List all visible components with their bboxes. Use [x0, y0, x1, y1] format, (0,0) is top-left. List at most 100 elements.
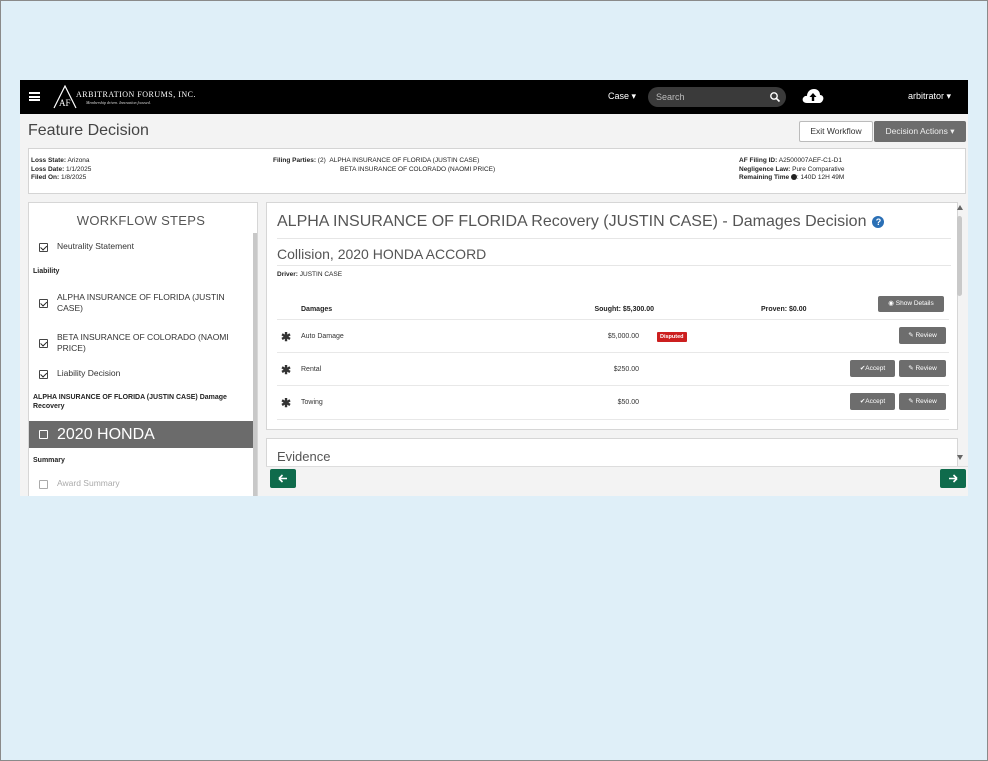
case-info-bar: Loss State: Arizona Loss Date: 1/1/2025 …: [28, 148, 966, 194]
decision-actions-label: Decision Actions: [885, 126, 948, 136]
case-dropdown-label: Case: [608, 91, 630, 101]
exit-workflow-button[interactable]: Exit Workflow: [799, 121, 873, 142]
review-button[interactable]: ✎ Review: [899, 393, 946, 410]
show-details-button[interactable]: ◉ Show Details: [878, 296, 944, 312]
remaining-time-label: Remaining Time: [739, 174, 790, 181]
vehicle-subtitle: Collision, 2020 HONDA ACCORD: [277, 246, 487, 262]
cloud-upload-icon[interactable]: [801, 86, 825, 106]
search-icon[interactable]: [769, 91, 781, 103]
review-label: Review: [915, 365, 937, 372]
arrow-left-icon: [278, 474, 287, 483]
svg-text:AF: AF: [59, 98, 71, 108]
pencil-icon: ✎: [908, 332, 914, 339]
step-liability-decision[interactable]: Liability Decision: [29, 368, 253, 380]
pencil-icon: ✎: [908, 398, 914, 405]
accept-button[interactable]: ✔Accept: [850, 360, 895, 377]
scroll-up-icon[interactable]: [957, 205, 963, 210]
loss-state-value: Arizona: [67, 157, 90, 164]
divider: [277, 265, 951, 266]
checkbox-checked-icon: [39, 339, 48, 348]
driver-value: JUSTIN CASE: [299, 271, 343, 278]
caret-down-icon: ▾: [631, 91, 637, 101]
damage-amount: $5,000.00: [607, 333, 639, 340]
damages-decision-panel: ALPHA INSURANCE OF FLORIDA Recovery (JUS…: [266, 202, 958, 430]
af-logo-icon: AF: [53, 85, 77, 109]
loss-info: Loss State: Arizona Loss Date: 1/1/2025 …: [31, 157, 91, 183]
hamburger-menu-icon[interactable]: [29, 92, 40, 101]
scroll-thumb[interactable]: [957, 216, 962, 296]
show-details-label: Show Details: [895, 300, 934, 307]
required-asterisk-icon: ✱: [281, 330, 292, 344]
loss-date-label: Loss Date:: [31, 165, 65, 173]
af-filing-id-label: AF Filing ID:: [739, 157, 778, 164]
damage-name: Towing: [301, 399, 323, 406]
user-menu[interactable]: arbitrator ▾: [908, 91, 951, 102]
step-label: Liability Decision: [57, 368, 121, 378]
decision-actions-button[interactable]: Decision Actions ▾: [874, 121, 966, 142]
accept-label: Accept: [865, 398, 886, 405]
evidence-title: Evidence: [277, 449, 331, 464]
step-label: 2020 HONDA: [57, 426, 155, 443]
col-sought: Sought: $5,300.00: [594, 306, 654, 313]
workflow-steps-title: WORKFLOW STEPS: [76, 213, 206, 228]
damage-name: Rental: [301, 366, 322, 373]
step-label: Award Summary: [57, 478, 120, 488]
scroll-down-icon[interactable]: [957, 455, 963, 460]
af-filing-id-value: A2500007AEF-C1-D1: [778, 157, 842, 164]
step-award-summary[interactable]: Award Summary: [29, 478, 253, 490]
user-name: arbitrator: [908, 91, 945, 101]
step-label: Neutrality Statement: [57, 241, 135, 251]
next-step-button[interactable]: [940, 469, 966, 488]
info-circle-icon: [790, 174, 797, 180]
accept-label: Accept: [865, 365, 886, 372]
top-navbar: AF ARBITRATION FORUMS, INC. Membership d…: [20, 80, 968, 114]
step-alpha-insurance[interactable]: ALPHA INSURANCE OF FLORIDA (JUSTIN CASE): [29, 292, 253, 314]
search-input[interactable]: [656, 90, 766, 104]
case-dropdown[interactable]: Case ▾: [608, 91, 636, 102]
remaining-time-value: 140D 12H 49M: [800, 174, 845, 181]
step-beta-insurance[interactable]: BETA INSURANCE OF COLORADO (NAOMI PRICE): [29, 332, 253, 354]
evidence-panel: Evidence: [266, 438, 958, 469]
main-scrollbar[interactable]: [956, 202, 964, 466]
step-2020-honda[interactable]: 2020 HONDA: [29, 421, 253, 448]
app-window: AF ARBITRATION FORUMS, INC. Membership d…: [20, 80, 968, 496]
workflow-footer: [266, 466, 968, 496]
review-label: Review: [915, 332, 937, 339]
loss-date-value: 1/1/2025: [66, 165, 92, 173]
damage-row-towing: ✱ Towing $50.00 ✔Accept ✎ Review: [277, 385, 949, 420]
step-neutrality-statement[interactable]: Neutrality Statement: [29, 241, 253, 253]
damage-row-rental: ✱ Rental $250.00 ✔Accept ✎ Review: [277, 352, 949, 386]
filing-parties-label: Filing Parties:: [273, 157, 316, 164]
panel-title: ALPHA INSURANCE OF FLORIDA Recovery (JUS…: [277, 213, 885, 231]
damage-row-auto: ✱ Auto Damage $5,000.00 Disputed ✎ Revie…: [277, 319, 949, 353]
accept-button[interactable]: ✔Accept: [850, 393, 895, 410]
damage-name: Auto Damage: [301, 333, 344, 340]
previous-step-button[interactable]: [270, 469, 296, 488]
section-summary: Summary: [33, 457, 65, 464]
panel-title-text: ALPHA INSURANCE OF FLORIDA Recovery (JUS…: [277, 213, 867, 230]
required-asterisk-icon: ✱: [281, 363, 292, 377]
col-damages: Damages: [301, 306, 333, 313]
driver-label: Driver:: [277, 271, 298, 278]
help-icon[interactable]: ?: [872, 216, 885, 228]
filed-on-value: 1/8/2025: [60, 174, 87, 181]
checkbox-checked-icon: [39, 243, 48, 252]
step-label: ALPHA INSURANCE OF FLORIDA (JUSTIN CASE): [57, 292, 225, 313]
arrow-right-icon: [949, 474, 958, 483]
negligence-law-value: Pure Comparative: [792, 165, 845, 173]
page-title: Feature Decision: [28, 122, 149, 139]
sidebar-scrollbar[interactable]: [253, 233, 257, 496]
eye-icon: ◉: [888, 300, 894, 307]
section-damage-recovery: ALPHA INSURANCE OF FLORIDA (JUSTIN CASE)…: [33, 394, 227, 410]
filed-on-label: Filed On:: [31, 174, 60, 181]
review-button[interactable]: ✎ Review: [899, 360, 946, 377]
divider: [277, 238, 951, 239]
review-label: Review: [915, 398, 937, 405]
negligence-law-label: Negligence Law:: [739, 165, 791, 173]
search-box[interactable]: [648, 87, 786, 107]
filing-parties: Filing Parties: (2) ALPHA INSURANCE OF F…: [273, 157, 495, 174]
review-button[interactable]: ✎ Review: [899, 327, 946, 344]
required-asterisk-icon: ✱: [281, 396, 292, 410]
driver-info: Driver: JUSTIN CASE: [277, 271, 342, 278]
caret-down-icon: ▾: [946, 91, 952, 101]
